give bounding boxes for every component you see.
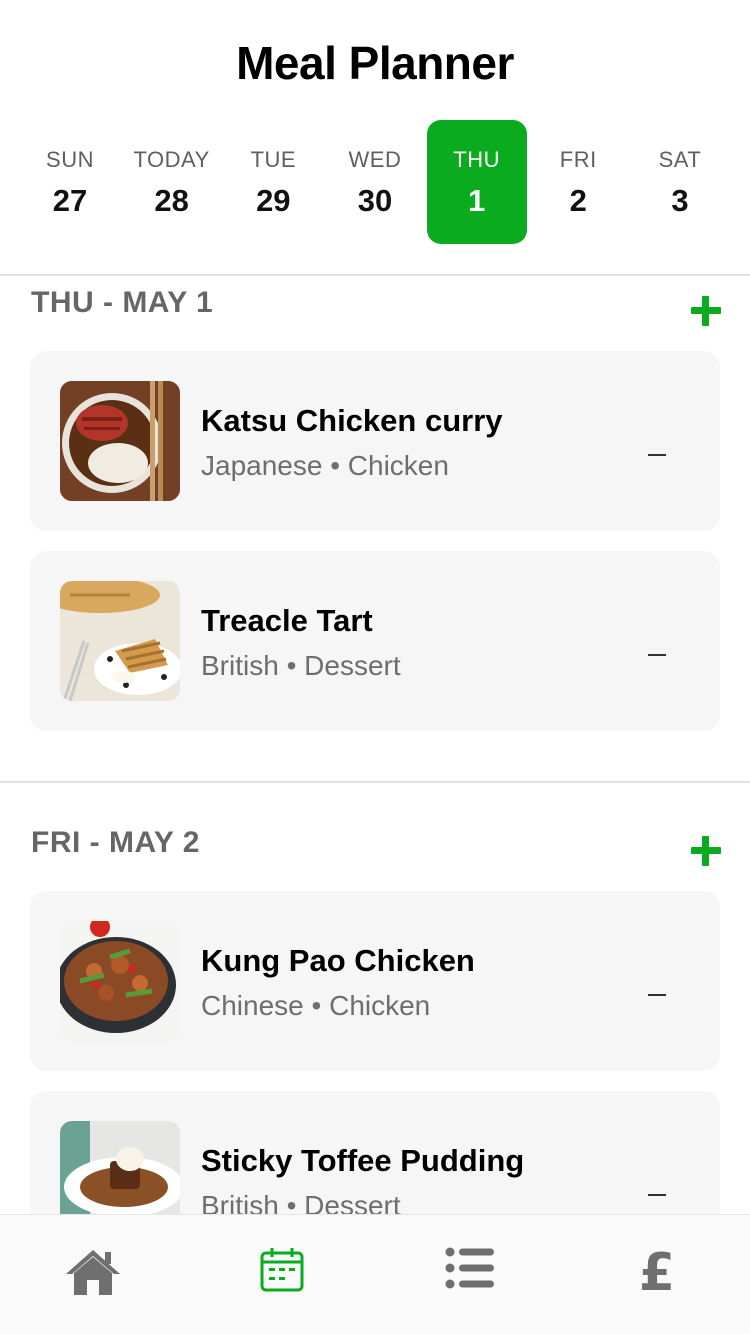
day-name: SUN — [46, 147, 94, 172]
meal-card[interactable]: Treacle Tart British • Dessert — [30, 551, 720, 731]
section-divider — [0, 781, 750, 783]
meal-name: Treacle Tart — [201, 603, 373, 638]
meal-name: Katsu Chicken curry — [201, 403, 503, 438]
day-number: 29 — [256, 183, 291, 218]
meal-name: Sticky Toffee Pudding — [201, 1143, 525, 1178]
day-number: 1 — [468, 183, 486, 218]
day-name: FRI — [559, 147, 597, 172]
header: Meal Planner SUN 27 TODAY 28 TUE 29 WED … — [0, 0, 750, 276]
day-fri[interactable]: FRI 2 — [528, 120, 628, 244]
meal-name: Kung Pao Chicken — [201, 943, 475, 978]
day-name: THU — [453, 147, 500, 172]
day-number: 27 — [52, 183, 88, 218]
day-number: 30 — [357, 183, 393, 218]
page-title: Meal Planner — [236, 37, 514, 89]
day-number: 28 — [154, 183, 189, 218]
remove-meal-button[interactable] — [648, 654, 666, 656]
day-section-header: THU - MAY 1 — [31, 286, 721, 336]
list-icon — [445, 1247, 494, 1289]
tab-bar: £ — [0, 1214, 750, 1334]
meal-card[interactable]: Kung Pao Chicken Chinese • Chicken — [30, 891, 720, 1071]
calendar-icon — [260, 1248, 304, 1292]
day-section-header: FRI - MAY 2 — [31, 826, 721, 876]
home-icon — [66, 1250, 120, 1295]
meal-tags: British • Dessert — [201, 1190, 401, 1214]
meal-tags: Chinese • Chicken — [201, 990, 431, 1021]
meal-tags: Japanese • Chicken — [201, 450, 449, 481]
day-tue[interactable]: TUE 29 — [223, 120, 323, 244]
meal-card[interactable]: Sticky Toffee Pudding British • Dessert — [30, 1091, 720, 1214]
tab-shopping-list[interactable] — [410, 1215, 530, 1334]
day-name: TODAY — [133, 147, 210, 172]
day-number: 3 — [671, 183, 689, 218]
katsu-curry-photo — [60, 381, 180, 501]
pound-icon: £ — [638, 1243, 676, 1303]
section-title: THU - MAY 1 — [31, 286, 214, 319]
meal-tags: British • Dessert — [201, 650, 401, 681]
day-wed[interactable]: WED 30 — [325, 120, 425, 244]
tab-planner[interactable] — [222, 1215, 342, 1334]
tab-budget[interactable]: £ — [597, 1215, 717, 1334]
day-name: TUE — [250, 147, 297, 172]
section-title: FRI - MAY 2 — [31, 826, 200, 859]
remove-meal-button[interactable] — [648, 1194, 666, 1196]
day-sat[interactable]: SAT 3 — [630, 120, 730, 244]
day-thu-selected[interactable]: THU 1 — [426, 120, 527, 244]
add-meal-button[interactable] — [691, 296, 721, 326]
day-sun[interactable]: SUN 27 — [20, 120, 120, 244]
treacle-tart-photo — [60, 581, 180, 701]
meal-card[interactable]: Katsu Chicken curry Japanese • Chicken — [30, 351, 720, 531]
day-number: 2 — [569, 183, 587, 218]
remove-meal-button[interactable] — [648, 454, 666, 456]
day-name: WED — [348, 147, 402, 172]
tab-home[interactable] — [33, 1215, 153, 1334]
meal-schedule-list[interactable]: THU - MAY 1 Katsu Chicken curry Japanese… — [0, 278, 750, 1214]
kung-pao-photo — [60, 921, 180, 1041]
toffee-pudding-photo — [60, 1121, 180, 1214]
remove-meal-button[interactable] — [648, 994, 666, 996]
day-today[interactable]: TODAY 28 — [122, 120, 222, 244]
add-meal-button[interactable] — [691, 836, 721, 866]
week-day-selector: SUN 27 TODAY 28 TUE 29 WED 30 THU 1 FRI … — [20, 120, 730, 244]
day-name: SAT — [658, 147, 702, 172]
